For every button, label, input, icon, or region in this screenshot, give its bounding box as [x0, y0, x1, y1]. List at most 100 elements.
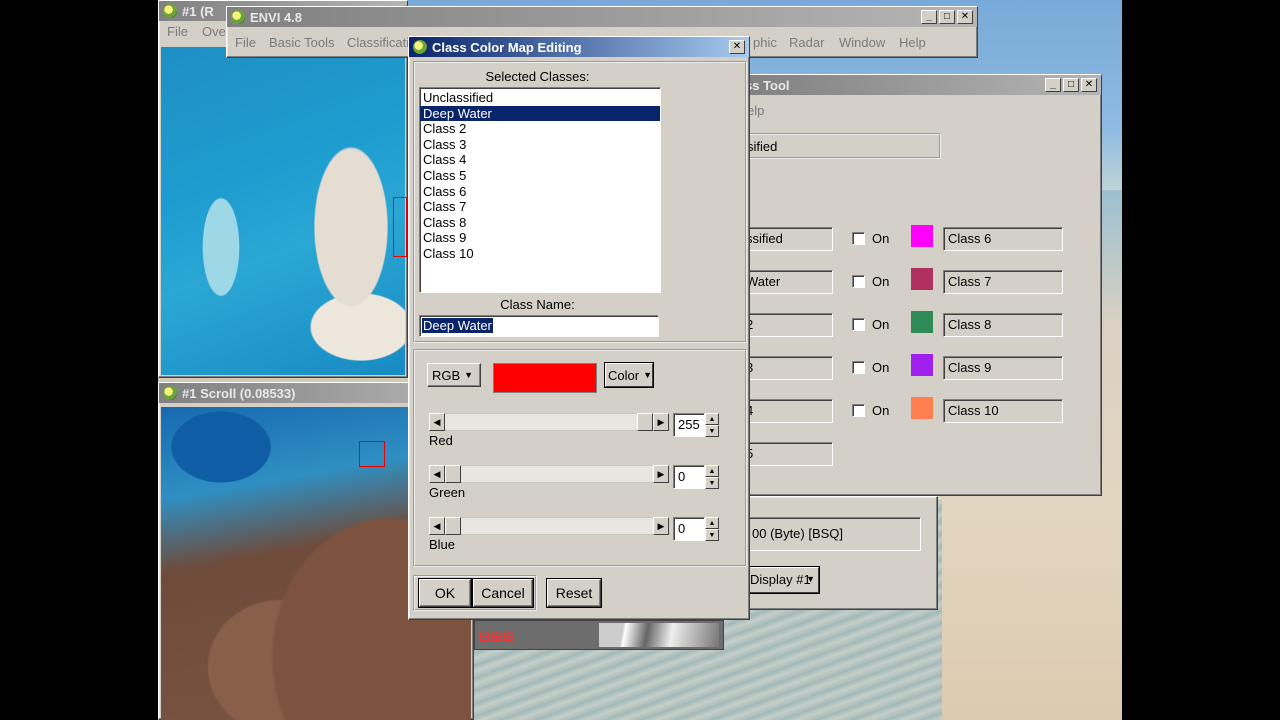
red-slider-thumb[interactable]	[637, 413, 653, 431]
green-slider-right-arrow-icon[interactable]: ▶	[653, 465, 669, 483]
class-color-swatch-7[interactable]	[911, 268, 933, 290]
class-field-9[interactable]: Class 9	[943, 356, 1063, 380]
envi-menu-classification[interactable]: Classificati	[347, 35, 409, 50]
green-slider[interactable]	[429, 465, 669, 483]
blue-label: Blue	[429, 537, 456, 552]
maximize-icon[interactable]: □	[939, 10, 955, 24]
class-list-item-selected[interactable]: Deep Water	[420, 105, 660, 122]
chevron-down-icon: ▼	[806, 574, 815, 584]
ok-button[interactable]: OK	[419, 579, 471, 607]
envi-menu-radar[interactable]: Radar	[789, 35, 824, 50]
class-color-swatch-10[interactable]	[911, 397, 933, 419]
red-value[interactable]: 255	[673, 413, 705, 437]
blue-slider-right-arrow-icon[interactable]: ▶	[653, 517, 669, 535]
blue-value-spinner[interactable]: 0 ▲ ▼	[673, 517, 719, 541]
close-icon[interactable]: ✕	[1081, 78, 1097, 92]
minimize-icon[interactable]: _	[1045, 78, 1061, 92]
class-field-0[interactable]: ssified	[741, 227, 833, 251]
minimize-icon[interactable]: _	[921, 10, 937, 24]
class-color-map-dialog[interactable]: Class Color Map Editing ✕ Selected Class…	[408, 36, 750, 620]
envi-menu-window[interactable]: Window	[839, 35, 885, 50]
display-select[interactable]: Display #1 ▼	[747, 567, 819, 593]
zoom-window-strip[interactable]: ⊟⊞⊞	[474, 620, 724, 650]
class-list-item[interactable]: Class 2	[420, 121, 660, 137]
class-field-7[interactable]: Class 7	[943, 270, 1063, 294]
blue-value[interactable]: 0	[673, 517, 705, 541]
on-checkbox-9[interactable]	[852, 361, 865, 374]
on-label: On	[872, 274, 890, 289]
envi-menu-topographic[interactable]: phic	[753, 35, 777, 50]
cancel-button[interactable]: Cancel	[473, 579, 533, 607]
satellite-image-view[interactable]	[161, 47, 407, 375]
class-field-4[interactable]: 4	[741, 399, 833, 423]
spin-down-icon[interactable]: ▼	[705, 529, 719, 541]
class-field-1[interactable]: Water	[741, 270, 833, 294]
scroll-image-box[interactable]	[359, 441, 385, 467]
class-color-swatch-6[interactable]	[911, 225, 933, 247]
scroll-window-title: #1 Scroll (0.08533)	[182, 385, 296, 401]
class-field-8[interactable]: Class 8	[943, 313, 1063, 337]
on-checkbox-6[interactable]	[852, 232, 865, 245]
class-tool-window[interactable]: ss Tool _ □ ✕ elp sified ssified Water 2…	[740, 74, 1102, 496]
class-list-item[interactable]: Class 7	[420, 199, 660, 215]
spin-down-icon[interactable]: ▼	[705, 477, 719, 489]
color-menu-button[interactable]: Color ▼	[605, 363, 653, 387]
blue-slider-thumb[interactable]	[445, 517, 461, 535]
blue-slider[interactable]	[429, 517, 669, 535]
envi-globe-icon	[231, 10, 245, 24]
file-info-panel[interactable]: 00 (Byte) [BSQ] Display #1 ▼	[740, 496, 938, 610]
on-checkbox-7[interactable]	[852, 275, 865, 288]
image-menu-overlay[interactable]: Ove	[202, 24, 226, 39]
class-name-input[interactable]: Deep Water	[419, 315, 659, 337]
class-list-item[interactable]: Class 5	[420, 168, 660, 184]
dialog-titlebar[interactable]: Class Color Map Editing ✕	[409, 37, 749, 57]
red-value-spinner[interactable]: 255 ▲ ▼	[673, 413, 719, 437]
spin-up-icon[interactable]: ▲	[705, 465, 719, 477]
color-model-value: RGB	[432, 367, 461, 383]
class-field-2[interactable]: 2	[741, 313, 833, 337]
class-listbox[interactable]: Unclassified Deep Water Class 2 Class 3 …	[419, 87, 661, 293]
class-list-item[interactable]: Class 9	[420, 230, 660, 246]
class-tool-titlebar[interactable]: ss Tool _ □ ✕	[741, 75, 1101, 95]
envi-titlebar[interactable]: ENVI 4.8 _ □ ✕	[227, 7, 977, 27]
spin-up-icon[interactable]: ▲	[705, 517, 719, 529]
class-list-item[interactable]: Class 6	[420, 184, 660, 200]
on-checkbox-8[interactable]	[852, 318, 865, 331]
class-name-value: Deep Water	[422, 318, 493, 333]
class-field-6[interactable]: Class 6	[943, 227, 1063, 251]
reset-button[interactable]: Reset	[547, 579, 601, 607]
class-list-item[interactable]: Class 10	[420, 246, 660, 262]
envi-menu-basic-tools[interactable]: Basic Tools	[269, 35, 335, 50]
envi-menu-file[interactable]: File	[235, 35, 256, 50]
spin-down-icon[interactable]: ▼	[705, 425, 719, 437]
class-list-item[interactable]: Class 8	[420, 215, 660, 231]
class-list-item[interactable]: Class 4	[420, 152, 660, 168]
green-value[interactable]: 0	[673, 465, 705, 489]
image-menu-file[interactable]: File	[167, 24, 188, 39]
green-slider-thumb[interactable]	[445, 465, 461, 483]
green-slider-left-arrow-icon[interactable]: ◀	[429, 465, 445, 483]
class-field-10[interactable]: Class 10	[943, 399, 1063, 423]
close-icon[interactable]: ✕	[729, 40, 745, 54]
color-model-select[interactable]: RGB ▼	[427, 363, 481, 387]
on-checkbox-10[interactable]	[852, 404, 865, 417]
class-field-3[interactable]: 3	[741, 356, 833, 380]
class-list-item[interactable]: Class 3	[420, 137, 660, 153]
green-value-spinner[interactable]: 0 ▲ ▼	[673, 465, 719, 489]
blue-slider-left-arrow-icon[interactable]: ◀	[429, 517, 445, 535]
class-list-item[interactable]: Unclassified	[420, 90, 660, 106]
zoom-box-indicator[interactable]	[393, 197, 407, 257]
class-field-5[interactable]: 5	[741, 442, 833, 466]
class-color-swatch-8[interactable]	[911, 311, 933, 333]
maximize-icon[interactable]: □	[1063, 78, 1079, 92]
red-slider[interactable]	[429, 413, 669, 431]
image-window-title: #1 (R	[182, 3, 214, 19]
envi-menu-help[interactable]: Help	[899, 35, 926, 50]
zoom-controls[interactable]: ⊟⊞⊞	[479, 629, 535, 645]
red-slider-right-arrow-icon[interactable]: ▶	[653, 413, 669, 431]
class-color-swatch-9[interactable]	[911, 354, 933, 376]
spin-up-icon[interactable]: ▲	[705, 413, 719, 425]
red-slider-left-arrow-icon[interactable]: ◀	[429, 413, 445, 431]
active-class-field[interactable]: sified	[741, 133, 941, 159]
close-icon[interactable]: ✕	[957, 10, 973, 24]
